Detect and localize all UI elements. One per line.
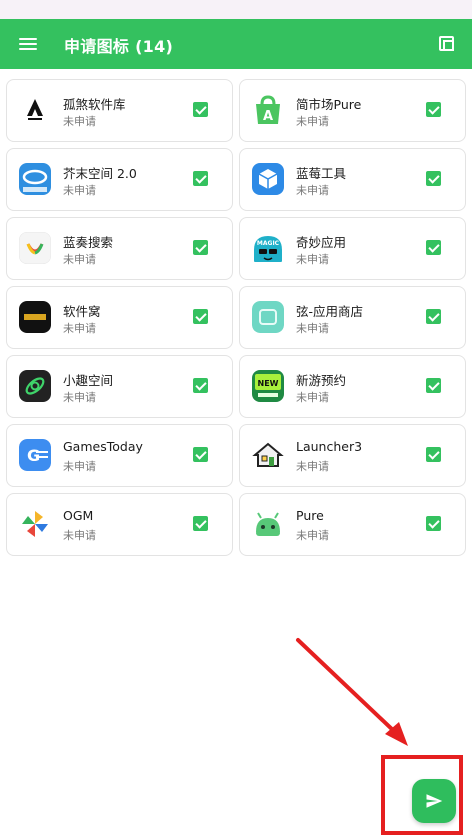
send-button[interactable] xyxy=(412,779,456,823)
annotation-arrow xyxy=(296,638,408,746)
send-icon xyxy=(426,794,443,808)
